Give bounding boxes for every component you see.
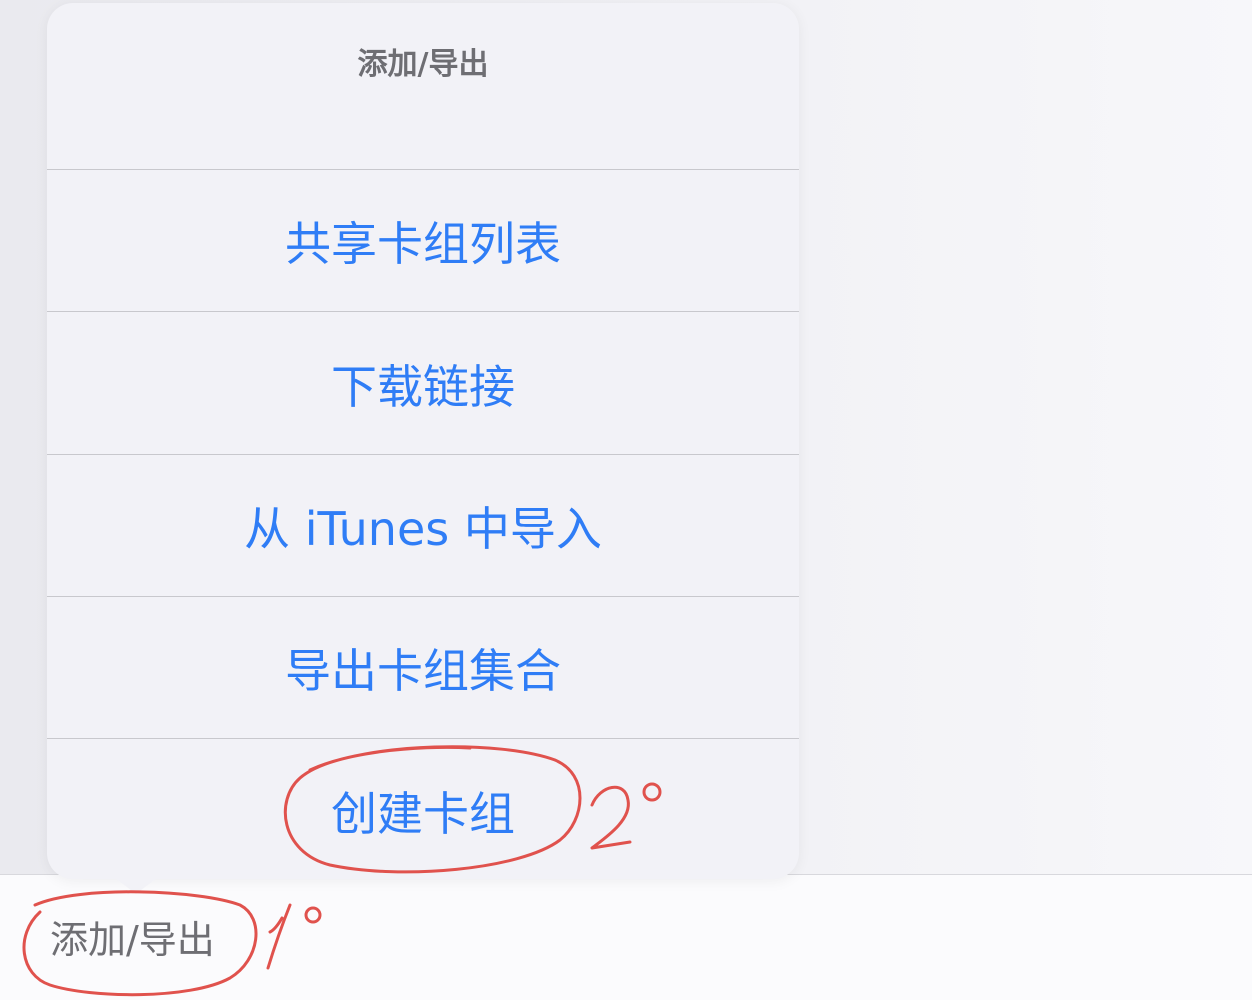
bottom-toolbar: 添加/导出 xyxy=(0,874,1252,1000)
add-export-button[interactable]: 添加/导出 xyxy=(50,913,215,967)
menu-item-import-from-itunes[interactable]: 从 iTunes 中导入 xyxy=(47,455,799,597)
popover-title: 添加/导出 xyxy=(357,47,489,82)
menu-item-share-deck-list[interactable]: 共享卡组列表 xyxy=(47,170,799,312)
add-export-popover: 添加/导出 共享卡组列表 下载链接 从 iTunes 中导入 导出卡组集合 创建… xyxy=(47,3,799,879)
popover-arrow xyxy=(102,868,170,894)
menu-item-export-deck-collection[interactable]: 导出卡组集合 xyxy=(47,597,799,739)
menu-item-download-link[interactable]: 下载链接 xyxy=(47,313,799,455)
popover-header: 添加/导出 xyxy=(47,3,799,170)
menu-item-create-deck[interactable]: 创建卡组 xyxy=(47,740,799,882)
